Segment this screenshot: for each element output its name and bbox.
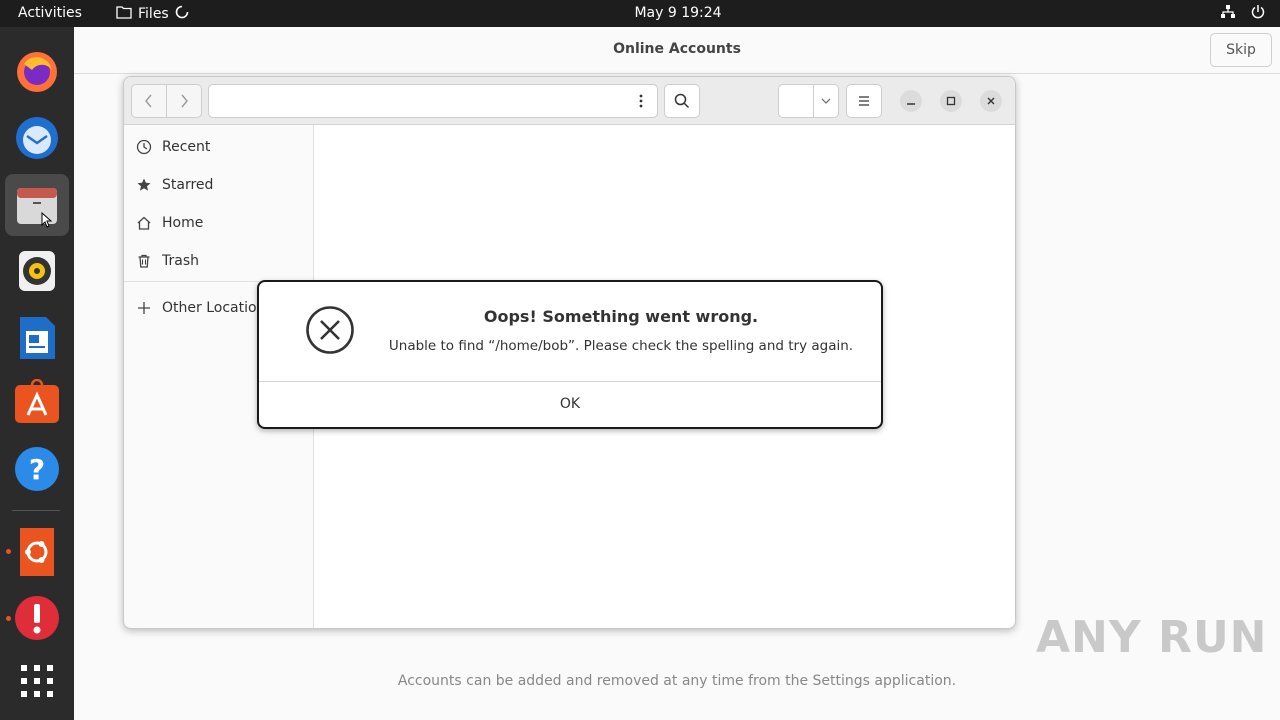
minimize-icon bbox=[907, 103, 915, 105]
help-icon[interactable]: ? bbox=[13, 445, 61, 493]
running-indicator bbox=[6, 616, 11, 621]
close-icon bbox=[987, 97, 995, 105]
skip-button[interactable]: Skip bbox=[1210, 33, 1272, 67]
sidebar-item-label: Trash bbox=[162, 253, 199, 269]
ubuntu-icon[interactable] bbox=[13, 528, 61, 576]
trash-icon bbox=[136, 253, 152, 269]
back-button[interactable] bbox=[132, 85, 167, 117]
path-menu-button[interactable] bbox=[624, 84, 658, 118]
online-accounts-header: Online Accounts Skip bbox=[74, 27, 1280, 74]
clock[interactable]: May 9 19:24 bbox=[0, 5, 1280, 21]
plus-icon bbox=[136, 301, 152, 315]
error-report-icon[interactable] bbox=[13, 594, 61, 642]
top-bar: Activities Files May 9 19:24 bbox=[0, 0, 1280, 27]
path-bar[interactable] bbox=[208, 84, 658, 118]
sidebar-item-label: Recent bbox=[162, 139, 211, 155]
clock-icon bbox=[136, 139, 152, 155]
dock-separator bbox=[12, 510, 60, 511]
network-icon[interactable] bbox=[1220, 4, 1236, 24]
dock: ? bbox=[0, 27, 74, 720]
online-accounts-title: Online Accounts bbox=[613, 41, 741, 57]
error-dialog: Oops! Something went wrong. Unable to fi… bbox=[257, 280, 883, 429]
show-apps-icon[interactable] bbox=[13, 657, 61, 705]
sidebar-item-home[interactable]: Home bbox=[136, 208, 203, 238]
ok-button[interactable]: OK bbox=[259, 382, 881, 425]
view-options-button[interactable] bbox=[778, 84, 839, 118]
chevron-right-icon bbox=[181, 94, 188, 108]
search-button[interactable] bbox=[664, 84, 700, 118]
star-icon bbox=[136, 177, 152, 193]
chevron-down-icon bbox=[821, 98, 831, 104]
online-accounts-footer: Accounts can be added and removed at any… bbox=[397, 673, 957, 689]
sidebar-item-recent[interactable]: Recent bbox=[136, 132, 210, 162]
maximize-button[interactable] bbox=[940, 90, 962, 112]
sidebar-item-starred[interactable]: Starred bbox=[136, 170, 213, 200]
anyrun-watermark: ANY RUN bbox=[1036, 612, 1268, 663]
kebab-menu-icon bbox=[639, 94, 642, 108]
rhythmbox-icon[interactable] bbox=[13, 247, 61, 295]
search-icon bbox=[674, 93, 690, 109]
sidebar-item-label: Starred bbox=[162, 177, 214, 193]
files-header-bar bbox=[124, 77, 1015, 125]
home-icon bbox=[136, 215, 152, 231]
dialog-message: Unable to find “/home/bob”. Please check… bbox=[388, 338, 854, 354]
software-icon[interactable] bbox=[13, 378, 61, 426]
chevron-left-icon bbox=[145, 94, 152, 108]
watermark-text: ANY RUN bbox=[1036, 612, 1268, 663]
thunderbird-icon[interactable] bbox=[13, 114, 61, 162]
sidebar-item-trash[interactable]: Trash bbox=[136, 246, 199, 276]
svg-text:?: ? bbox=[29, 453, 45, 486]
view-mode-button[interactable] bbox=[779, 85, 814, 117]
close-button[interactable] bbox=[980, 90, 1002, 112]
mouse-cursor-icon bbox=[41, 212, 53, 228]
power-icon[interactable] bbox=[1250, 4, 1266, 24]
dialog-title: Oops! Something went wrong. bbox=[483, 307, 759, 326]
system-tray[interactable] bbox=[1220, 4, 1266, 24]
sidebar-item-label: Home bbox=[162, 215, 204, 231]
nav-buttons bbox=[131, 84, 202, 118]
minimize-button[interactable] bbox=[900, 90, 922, 112]
main-menu-button[interactable] bbox=[846, 84, 882, 118]
forward-button[interactable] bbox=[167, 85, 201, 117]
hamburger-menu-icon bbox=[859, 96, 869, 106]
error-icon bbox=[305, 305, 355, 359]
view-dropdown-button[interactable] bbox=[814, 85, 838, 117]
writer-icon[interactable] bbox=[13, 314, 61, 362]
running-indicator bbox=[6, 549, 11, 554]
sidebar-item-other-locations[interactable]: Other Locations bbox=[136, 293, 273, 323]
firefox-icon[interactable] bbox=[13, 48, 61, 96]
maximize-icon bbox=[946, 96, 956, 106]
files-icon[interactable] bbox=[5, 174, 69, 236]
